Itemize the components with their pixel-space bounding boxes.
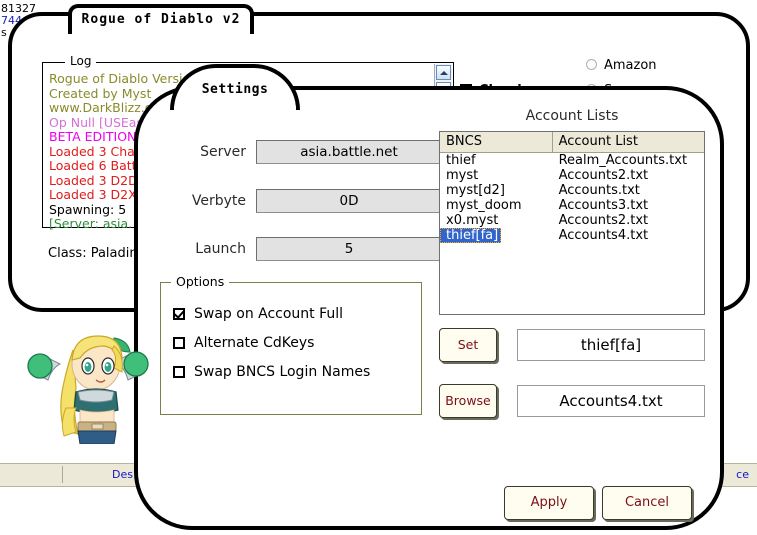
radio-amazon-label: Amazon bbox=[604, 58, 657, 73]
cell-account-list: Realm_Accounts.txt bbox=[558, 153, 688, 168]
input-launch[interactable]: 5 bbox=[256, 237, 442, 261]
apply-button[interactable]: Apply bbox=[504, 486, 594, 520]
label-verbyte: Verbyte bbox=[191, 193, 246, 209]
cell-bncs: myst[d2] bbox=[446, 183, 505, 198]
taskbar-link-desktop[interactable]: Des bbox=[112, 468, 133, 481]
cell-bncs: thief bbox=[446, 153, 476, 168]
checkbox-swap-on-account-full[interactable]: Swap on Account Full bbox=[173, 306, 343, 322]
settings-dialog-title: Settings bbox=[201, 82, 269, 97]
class-label: Class: Paladin bbox=[48, 246, 138, 261]
cell-bncs: myst bbox=[446, 168, 479, 183]
input-verbyte[interactable]: 0D bbox=[256, 189, 442, 213]
table-row[interactable]: thief[fa] Accounts4.txt bbox=[440, 228, 704, 243]
cell-bncs: x0.myst bbox=[446, 213, 499, 228]
cell-account-list: Accounts.txt bbox=[558, 183, 640, 198]
table-row[interactable]: x0.myst Accounts2.txt bbox=[440, 213, 704, 228]
settings-title-mask bbox=[174, 106, 296, 114]
scroll-up-button[interactable] bbox=[436, 65, 451, 80]
label-server: Server bbox=[200, 144, 246, 160]
account-lists-table[interactable]: BNCS Account List thief Realm_Accounts.tx… bbox=[439, 131, 705, 315]
set-button[interactable]: Set bbox=[439, 328, 497, 362]
corner-text-line3: s bbox=[1, 26, 7, 39]
checkbox-alternate-cdkeys[interactable]: Alternate CdKeys bbox=[173, 335, 314, 351]
table-header-row: BNCS Account List bbox=[440, 132, 704, 153]
cell-account-list: Accounts4.txt bbox=[558, 228, 649, 243]
input-server[interactable]: asia.battle.net bbox=[256, 140, 442, 164]
checkbox-alternate-cdkeys-box bbox=[173, 337, 185, 349]
table-row[interactable]: myst_doom Accounts3.txt bbox=[440, 198, 704, 213]
cancel-button[interactable]: Cancel bbox=[602, 486, 692, 520]
checkbox-alternate-cdkeys-label: Alternate CdKeys bbox=[194, 335, 315, 351]
table-body: thief Realm_Accounts.txtmyst Accounts2.txt… bbox=[440, 153, 704, 243]
field-row-verbyte: Verbyte 0D ? bbox=[160, 188, 483, 215]
checkbox-swap-bncs-login-names-label: Swap BNCS Login Names bbox=[194, 364, 371, 380]
cell-bncs-wrap: thief[fa] bbox=[440, 228, 553, 243]
taskbar-link-right[interactable]: ce bbox=[736, 468, 749, 481]
settings-dialog: Server asia.battle.net ? Verbyte 0D ? La… bbox=[134, 64, 724, 530]
cell-account-list: Accounts2.txt bbox=[558, 168, 649, 183]
radio-amazon-dot bbox=[586, 59, 597, 70]
column-header-account-list[interactable]: Account List bbox=[552, 132, 704, 152]
checkbox-swap-bncs-login-names[interactable]: Swap BNCS Login Names bbox=[173, 364, 370, 380]
options-group-box: Options Swap on Account Full Alternate C… bbox=[160, 274, 422, 415]
table-row[interactable]: myst[d2] Accounts.txt bbox=[440, 183, 704, 198]
options-group-legend: Options bbox=[171, 274, 230, 289]
cell-bncs: thief[fa] bbox=[440, 228, 502, 243]
cell-bncs: myst_doom bbox=[446, 198, 522, 213]
account-lists-title: Account Lists bbox=[525, 108, 619, 124]
log-group-legend: Log bbox=[65, 54, 97, 68]
checkbox-swap-on-account-full-box bbox=[173, 308, 185, 320]
column-header-bncs[interactable]: BNCS bbox=[440, 132, 553, 152]
radio-amazon[interactable]: Amazon bbox=[586, 58, 657, 73]
chevron-up-icon bbox=[440, 71, 448, 75]
character-sprite-icon bbox=[27, 335, 149, 444]
main-window-title: Rogue of Diablo v2 bbox=[81, 12, 241, 27]
taskbar-divider bbox=[62, 466, 63, 483]
main-title-mask bbox=[72, 28, 250, 34]
checkbox-swap-on-account-full-label: Swap on Account Full bbox=[194, 306, 344, 322]
checkbox-swap-bncs-login-names-box bbox=[173, 366, 185, 378]
set-value-input[interactable]: thief[fa] bbox=[517, 329, 705, 361]
cell-account-list: Accounts3.txt bbox=[558, 198, 649, 213]
table-row[interactable]: myst Accounts2.txt bbox=[440, 168, 704, 183]
cell-account-list: Accounts2.txt bbox=[558, 213, 649, 228]
browse-button[interactable]: Browse bbox=[439, 384, 497, 418]
label-launch: Launch bbox=[195, 241, 246, 257]
table-row[interactable]: thief Realm_Accounts.txt bbox=[440, 153, 704, 168]
field-row-launch: Launch 5 ? bbox=[160, 236, 483, 263]
field-row-server: Server asia.battle.net ? bbox=[160, 139, 483, 166]
browse-value-input[interactable]: Accounts4.txt bbox=[517, 385, 705, 417]
